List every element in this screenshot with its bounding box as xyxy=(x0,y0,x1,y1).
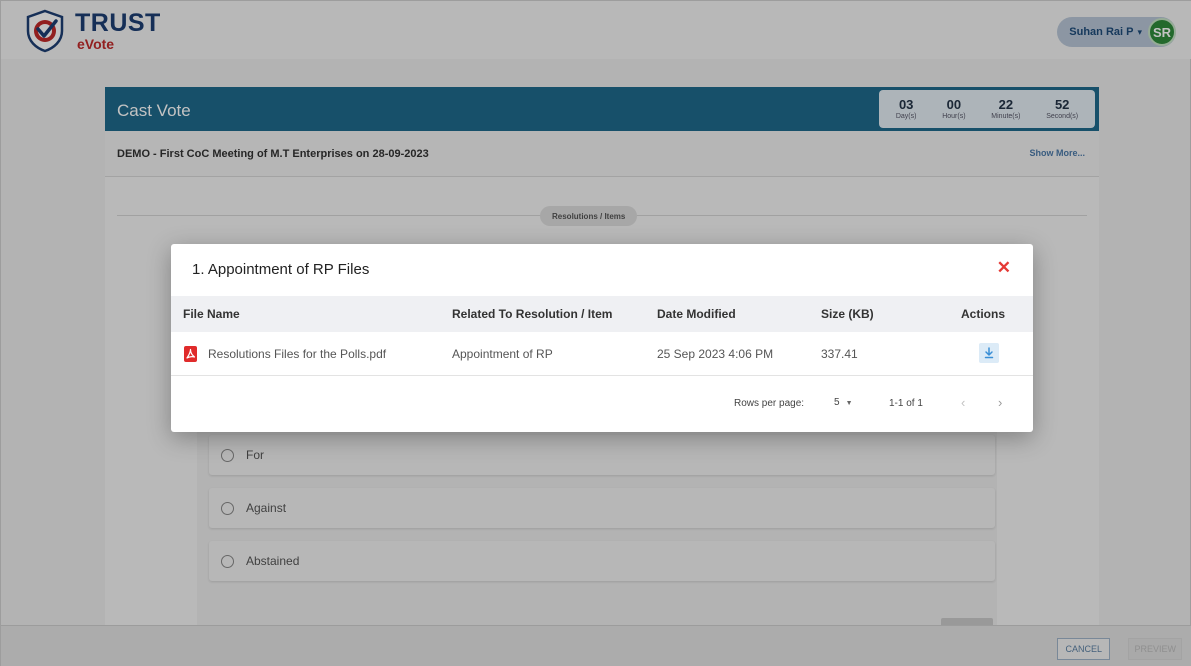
table-header: File Name Related To Resolution / Item D… xyxy=(171,296,1033,332)
close-icon[interactable]: ✕ xyxy=(997,259,1011,276)
pdf-glyph xyxy=(186,348,196,359)
chevron-right-icon[interactable]: › xyxy=(998,395,1002,410)
pagination: Rows per page: 5 ▼ 1-1 of 1 ‹ › xyxy=(171,376,1033,432)
page-range: 1-1 of 1 xyxy=(889,398,923,409)
dialog-title: 1. Appointment of RP Files xyxy=(192,261,370,278)
rows-per-page-select[interactable]: 5 ▼ xyxy=(834,397,853,408)
column-header-file-name[interactable]: File Name xyxy=(183,307,240,321)
column-header-actions: Actions xyxy=(961,307,1006,321)
column-header-related[interactable]: Related To Resolution / Item xyxy=(452,307,612,321)
pdf-icon xyxy=(184,346,197,362)
files-dialog: 1. Appointment of RP Files ✕ File Name R… xyxy=(171,244,1033,432)
column-header-size[interactable]: Size (KB) xyxy=(821,307,874,321)
download-glyph xyxy=(984,347,994,359)
table-row[interactable]: Resolutions Files for the Polls.pdf Appo… xyxy=(171,332,1033,376)
rows-per-page-label: Rows per page: xyxy=(734,398,805,409)
size-cell: 337.41 xyxy=(821,347,858,361)
chevron-left-icon[interactable]: ‹ xyxy=(961,395,965,410)
file-name-cell[interactable]: Resolutions Files for the Polls.pdf xyxy=(208,347,386,361)
download-icon[interactable] xyxy=(979,343,999,363)
column-header-date-modified[interactable]: Date Modified xyxy=(657,307,736,321)
caret-down-icon: ▼ xyxy=(845,400,853,407)
rows-per-page-value: 5 xyxy=(834,397,840,408)
related-cell: Appointment of RP xyxy=(452,347,553,361)
date-modified-cell: 25 Sep 2023 4:06 PM xyxy=(657,347,774,361)
